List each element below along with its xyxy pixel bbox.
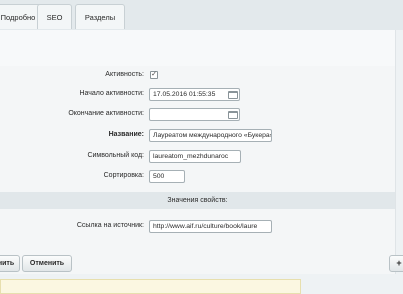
form-panel-top bbox=[0, 30, 395, 66]
start-date-label: Начало активности: bbox=[79, 90, 144, 97]
notice-panel bbox=[0, 279, 301, 294]
tab-sections-label: Разделы bbox=[84, 13, 116, 22]
name-label: Название: bbox=[108, 131, 144, 138]
source-field[interactable]: http://www.aif.ru/culture/book/laure bbox=[149, 220, 272, 233]
code-field[interactable]: laureatom_mezhdunaroc bbox=[149, 150, 241, 163]
sort-field[interactable]: 500 bbox=[149, 170, 185, 183]
start-date-field[interactable]: 17.05.2016 01:55:35 bbox=[149, 88, 240, 101]
tab-seo[interactable]: SEO bbox=[37, 4, 72, 29]
active-label: Активность: bbox=[105, 71, 144, 78]
properties-section-title: Значения свойств: bbox=[0, 192, 395, 209]
calendar-icon[interactable] bbox=[228, 91, 238, 99]
end-date-field[interactable] bbox=[149, 108, 240, 121]
checkmark-icon: ✓ bbox=[151, 71, 157, 78]
save-button[interactable]: нить bbox=[0, 255, 20, 272]
end-date-label: Окончание активности: bbox=[68, 110, 144, 117]
sort-label: Сортировка: bbox=[103, 172, 144, 179]
source-label: Ссылка на источник: bbox=[76, 222, 144, 229]
calendar-icon[interactable] bbox=[228, 111, 238, 119]
active-checkbox[interactable]: ✓ bbox=[150, 71, 158, 79]
code-label: Символьный код: bbox=[87, 152, 144, 159]
tab-seo-label: SEO bbox=[46, 13, 63, 22]
tab-sections[interactable]: Разделы bbox=[75, 4, 125, 29]
cancel-button[interactable]: Отменить bbox=[22, 255, 72, 272]
tab-details[interactable]: Подробно bbox=[0, 4, 42, 29]
add-button[interactable]: + bbox=[389, 255, 403, 272]
name-field[interactable]: Лауреатом международного «Букера» стала … bbox=[149, 129, 272, 142]
tab-details-label: Подробно bbox=[0, 13, 36, 22]
